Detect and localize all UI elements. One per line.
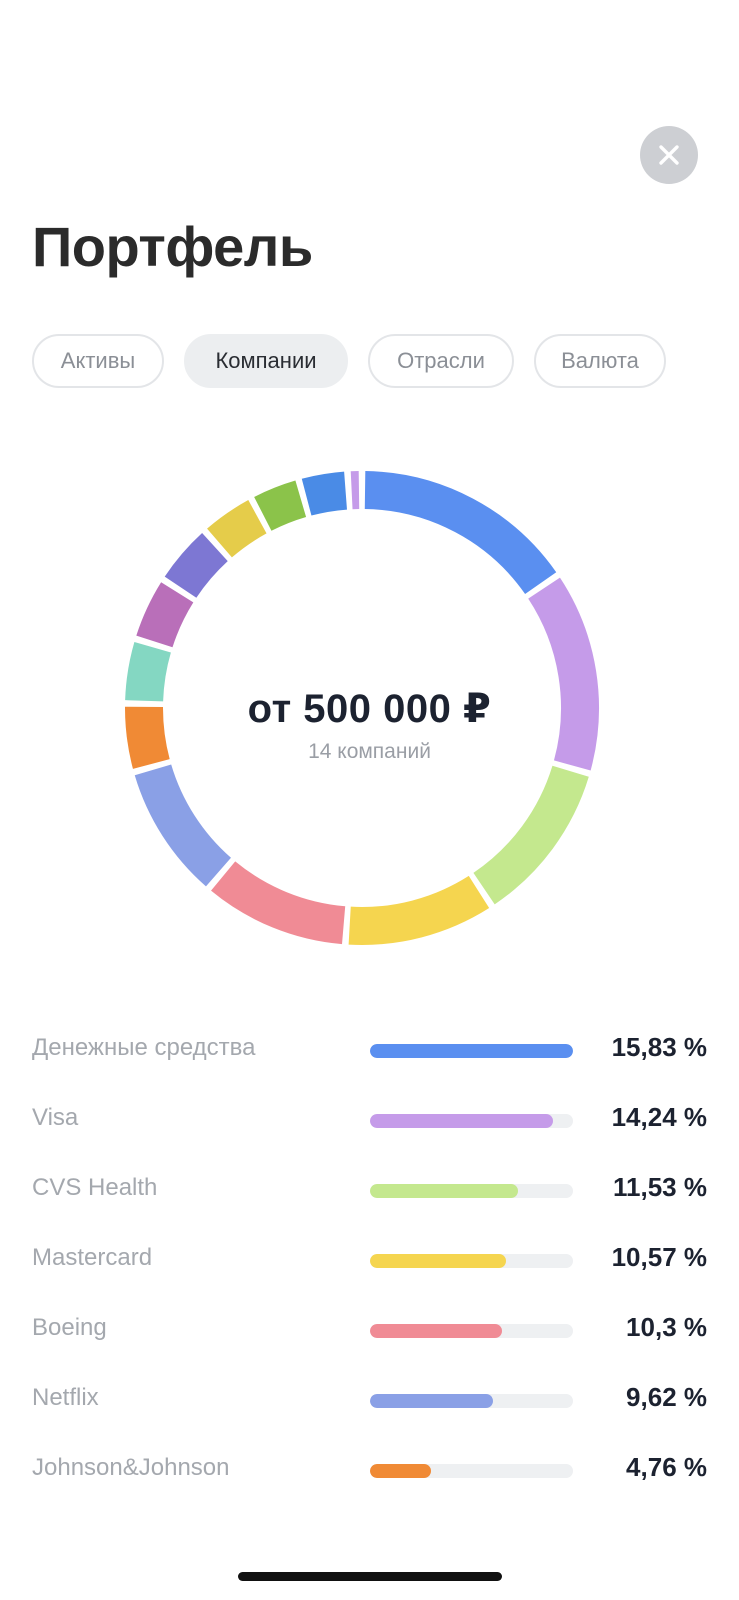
share-bar-fill [370,1044,573,1058]
share-bar [370,1044,573,1058]
list-item[interactable]: Netflix 9,62 % [0,1380,739,1420]
company-name: Netflix [32,1384,99,1411]
company-name: Денежные средства [32,1034,256,1061]
share-bar [370,1254,573,1268]
share-bar-fill [370,1324,503,1338]
list-item[interactable]: Visa 14,24 % [0,1100,739,1140]
close-icon [659,145,679,165]
share-bar [370,1324,573,1338]
share-percent: 9,62 % [626,1382,707,1412]
share-bar [370,1114,573,1128]
tab-assets[interactable]: Активы [32,334,164,388]
donut-segment-5[interactable] [211,861,346,945]
list-item[interactable]: Boeing 10,3 % [0,1310,739,1350]
donut-segment-2[interactable] [528,577,599,771]
tab-industries[interactable]: Отрасли [368,334,514,388]
company-name: Boeing [32,1314,107,1341]
share-bar-fill [370,1464,432,1478]
share-percent: 15,83 % [611,1032,707,1062]
list-item[interactable]: Johnson&Johnson 4,76 % [0,1450,739,1490]
share-percent: 10,57 % [611,1242,707,1272]
portfolio-min-value: от 500 000 ₽ [247,687,492,731]
tab-currency[interactable]: Валюта [534,334,666,388]
home-indicator [238,1572,502,1581]
companies-count: 14 компаний [308,740,431,763]
share-bar [370,1394,573,1408]
donut-segment-3[interactable] [473,765,589,905]
donut-segment-9[interactable] [136,582,194,648]
donut-segment-10[interactable] [164,533,229,599]
share-percent: 4,76 % [626,1452,707,1482]
company-name: CVS Health [32,1174,158,1201]
close-button[interactable] [640,126,698,184]
company-name: Mastercard [32,1244,153,1271]
share-percent: 11,53 % [613,1172,707,1202]
donut-segment-6[interactable] [134,764,232,887]
list-item[interactable]: Денежные средства 15,83 % [0,1030,739,1070]
share-bar-fill [370,1184,518,1198]
list-item[interactable]: CVS Health 11,53 % [0,1170,739,1210]
page-title: Портфель [32,215,313,278]
company-name: Visa [32,1104,79,1131]
share-percent: 10,3 % [626,1312,707,1342]
tab-companies[interactable]: Компании [184,334,348,388]
list-item[interactable]: Mastercard 10,57 % [0,1240,739,1280]
donut-segment-12[interactable] [254,480,307,531]
donut-segment-4[interactable] [348,875,490,945]
share-bar-fill [370,1394,494,1408]
share-bar-fill [370,1254,506,1268]
company-name: Johnson&Johnson [32,1454,230,1481]
donut-segment-1[interactable] [364,471,557,595]
share-bar [370,1184,573,1198]
share-bar [370,1464,573,1478]
share-bar-fill [370,1114,553,1128]
share-percent: 14,24 % [611,1102,707,1132]
donut-segment-11[interactable] [207,500,267,558]
donut-segment-13[interactable] [301,471,348,516]
